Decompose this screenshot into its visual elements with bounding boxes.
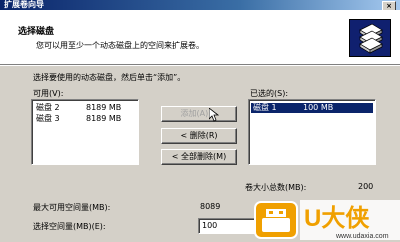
remove-all-button[interactable]: < 全部删除(M): [161, 149, 237, 165]
logo-brand: U大侠: [304, 204, 370, 232]
page-description: 您可以用至少一个动态磁盘上的空间来扩展卷。: [36, 41, 204, 50]
header-separator: [0, 65, 400, 66]
window-title: 扩展卷向导: [4, 0, 44, 9]
add-button[interactable]: 添加(A) >: [161, 106, 237, 122]
page-title: 选择磁盘: [18, 27, 55, 37]
list-item[interactable]: 磁盘 1 100 MB: [251, 103, 373, 113]
list-item[interactable]: 磁盘 2 8189 MB: [34, 103, 136, 113]
logo-site: www.udaxia.com: [335, 233, 389, 240]
selected-listbox[interactable]: 磁盘 1 100 MB: [248, 99, 376, 165]
available-label: 可用(V):: [33, 89, 64, 98]
disk-stack-icon: [349, 19, 391, 57]
select-space-label: 选择空间量(MB)(E):: [33, 222, 106, 231]
wizard-header: 选择磁盘 您可以用至少一个动态磁盘上的空间来扩展卷。: [0, 10, 400, 65]
instruction-text: 选择要使用的动态磁盘，然后单击“添加”。: [33, 73, 186, 82]
select-space-input[interactable]: [198, 218, 257, 234]
udaxia-logo: U大侠 www.udaxia.com: [254, 200, 400, 240]
close-icon: ×: [386, 2, 392, 10]
mouse-cursor-icon: [209, 108, 219, 122]
list-item[interactable]: 磁盘 3 8189 MB: [34, 114, 136, 124]
total-size-value: 200: [358, 182, 374, 191]
total-size-label: 卷大小总数(MB):: [245, 183, 307, 192]
selected-label: 已选的(S):: [250, 89, 289, 98]
window-titlebar: 扩展卷向导 ×: [0, 0, 400, 11]
max-space-label: 最大可用空间量(MB):: [33, 203, 111, 212]
max-space-value: 8089: [200, 202, 221, 211]
remove-button[interactable]: < 删除(R): [161, 128, 237, 144]
available-listbox[interactable]: 磁盘 2 8189 MB 磁盘 3 8189 MB: [31, 99, 139, 165]
